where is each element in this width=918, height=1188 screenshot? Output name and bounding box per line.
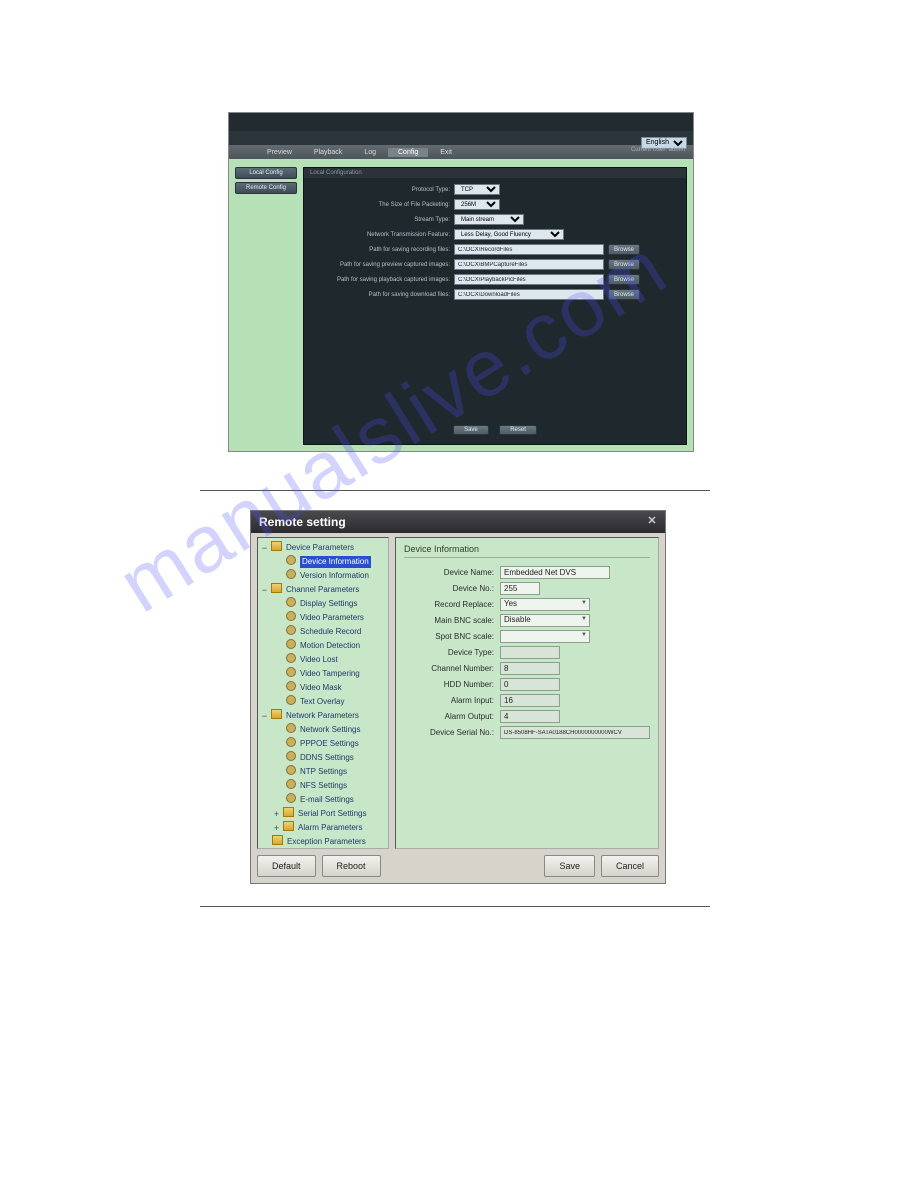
channel-number-value — [500, 662, 560, 675]
main-tabbar: Preview Playback Log Config Exit — [229, 145, 693, 159]
dl-path-input[interactable] — [454, 289, 604, 300]
cap-path-input[interactable] — [454, 259, 604, 270]
cancel-button[interactable]: Cancel — [601, 855, 659, 877]
config-sidebar: Local Config Remote Config — [235, 167, 297, 445]
hdd-number-value — [500, 678, 560, 691]
device-no-input[interactable] — [500, 582, 540, 595]
dialog-title: Remote setting — [259, 515, 346, 529]
reboot-button[interactable]: Reboot — [322, 855, 381, 877]
alarm-input-label: Alarm Input: — [404, 696, 500, 705]
hdd-number-label: HDD Number: — [404, 680, 500, 689]
tree-network-settings[interactable]: Network Settings — [300, 724, 360, 736]
remote-setting-dialog: Remote setting ✕ −Device Parameters Devi… — [250, 510, 666, 884]
dl-browse-button[interactable]: Browse — [608, 289, 640, 300]
config-panel: Local Configuration Protocol Type: TCP T… — [303, 167, 687, 445]
rec-path-label: Path for saving recording files: — [314, 247, 450, 253]
close-icon[interactable]: ✕ — [645, 515, 659, 529]
tree-device-parameters[interactable]: Device Parameters — [286, 542, 354, 554]
tree-network-parameters[interactable]: Network Parameters — [286, 710, 359, 722]
tree-display-settings[interactable]: Display Settings — [300, 598, 357, 610]
record-replace-select[interactable]: Yes — [500, 598, 590, 611]
panel-heading: Device Information — [404, 544, 650, 558]
divider — [200, 906, 710, 907]
tree-video-parameters[interactable]: Video Parameters — [300, 612, 364, 624]
main-bnc-select[interactable]: Disable — [500, 614, 590, 627]
tree-pppoe-settings[interactable]: PPPOE Settings — [300, 738, 359, 750]
tree-device-information[interactable]: Device Information — [300, 556, 371, 568]
nettrans-select[interactable]: Less Delay, Good Fluency — [454, 229, 564, 240]
tree-serial-port-settings[interactable]: Serial Port Settings — [298, 808, 366, 820]
save-button[interactable]: Save — [453, 425, 489, 435]
rec-path-input[interactable] — [454, 244, 604, 255]
channel-number-label: Channel Number: — [404, 664, 500, 673]
spot-bnc-select[interactable] — [500, 630, 590, 643]
tree-email-settings[interactable]: E-mail Settings — [300, 794, 354, 806]
record-replace-label: Record Replace: — [404, 600, 500, 609]
language-bar: English — [229, 131, 693, 145]
dialog-titlebar: Remote setting ✕ — [251, 511, 665, 533]
tree-channel-parameters[interactable]: Channel Parameters — [286, 584, 359, 596]
pb-browse-button[interactable]: Browse — [608, 274, 640, 285]
cap-browse-button[interactable]: Browse — [608, 259, 640, 270]
tab-preview[interactable]: Preview — [257, 148, 302, 157]
packet-select[interactable]: 256M — [454, 199, 500, 210]
tree-exception-parameters[interactable]: Exception Parameters — [287, 836, 366, 848]
device-type-label: Device Type: — [404, 648, 500, 657]
default-button[interactable]: Default — [257, 855, 316, 877]
tab-exit[interactable]: Exit — [430, 148, 462, 157]
device-name-label: Device Name: — [404, 568, 500, 577]
cap-path-label: Path for saving preview captured images: — [314, 262, 450, 268]
web-config-window: English Preview Playback Log Config Exit… — [228, 112, 694, 452]
tab-log[interactable]: Log — [354, 148, 386, 157]
tree-video-mask[interactable]: Video Mask — [300, 682, 342, 694]
tree-video-tampering[interactable]: Video Tampering — [300, 668, 360, 680]
device-name-input[interactable] — [500, 566, 610, 579]
serial-no-label: Device Serial No.: — [404, 728, 500, 737]
remote-config-button[interactable]: Remote Config — [235, 182, 297, 194]
tree-nfs-settings[interactable]: NFS Settings — [300, 780, 347, 792]
tab-playback[interactable]: Playback — [304, 148, 352, 157]
tree-text-overlay[interactable]: Text Overlay — [300, 696, 344, 708]
device-type-value — [500, 646, 560, 659]
device-no-label: Device No.: — [404, 584, 500, 593]
settings-tree[interactable]: −Device Parameters Device Information Ve… — [257, 537, 389, 849]
panel-header: Local Configuration — [304, 168, 686, 178]
tree-version-information[interactable]: Version Information — [300, 570, 369, 582]
tree-ntp-settings[interactable]: NTP Settings — [300, 766, 347, 778]
serial-no-value — [500, 726, 650, 739]
rec-browse-button[interactable]: Browse — [608, 244, 640, 255]
dl-path-label: Path for saving download files: — [314, 292, 450, 298]
tree-motion-detection[interactable]: Motion Detection — [300, 640, 360, 652]
tree-ddns-settings[interactable]: DDNS Settings — [300, 752, 354, 764]
packet-label: The Size of File Packeting: — [314, 202, 450, 208]
dialog-buttonbar: Default Reboot Save Cancel — [257, 855, 659, 877]
protocol-select[interactable]: TCP — [454, 184, 500, 195]
main-bnc-label: Main BNC scale: — [404, 616, 500, 625]
nettrans-label: Network Transmission Feature: — [314, 232, 450, 238]
protocol-label: Protocol Type: — [314, 187, 450, 193]
alarm-output-value — [500, 710, 560, 723]
device-info-panel: Device Information Device Name: Device N… — [395, 537, 659, 849]
local-config-button[interactable]: Local Config — [235, 167, 297, 179]
save-button[interactable]: Save — [544, 855, 595, 877]
divider — [200, 490, 710, 491]
pb-path-label: Path for saving playback captured images… — [314, 277, 450, 283]
stream-label: Stream Type: — [314, 217, 450, 223]
tab-config[interactable]: Config — [388, 148, 428, 157]
spot-bnc-label: Spot BNC scale: — [404, 632, 500, 641]
tree-video-lost[interactable]: Video Lost — [300, 654, 338, 666]
window-titlebar — [229, 113, 693, 131]
tree-alarm-parameters[interactable]: Alarm Parameters — [298, 822, 362, 834]
stream-select[interactable]: Main stream — [454, 214, 524, 225]
pb-path-input[interactable] — [454, 274, 604, 285]
alarm-input-value — [500, 694, 560, 707]
current-user: Current User: admin — [631, 147, 685, 153]
alarm-output-label: Alarm Output: — [404, 712, 500, 721]
reset-button[interactable]: Reset — [499, 425, 537, 435]
tree-schedule-record[interactable]: Schedule Record — [300, 626, 361, 638]
